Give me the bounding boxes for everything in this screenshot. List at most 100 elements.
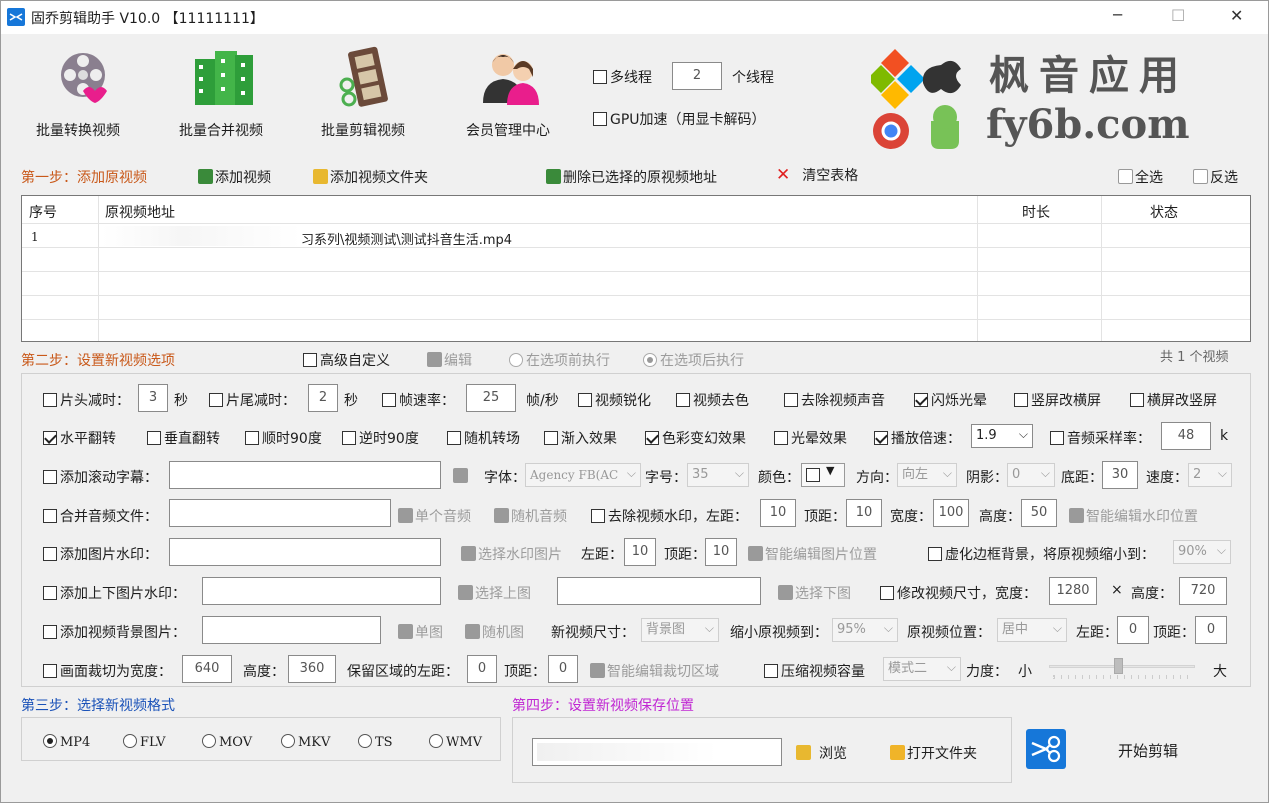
- radio-before[interactable]: 在选项前执行: [509, 350, 610, 370]
- v2h-checkbox[interactable]: 竖屏改横屏: [1014, 390, 1101, 410]
- random-audio-button[interactable]: 随机音频: [494, 506, 567, 526]
- fps-checkbox[interactable]: 帧速率：: [382, 390, 455, 410]
- head-cut-checkbox[interactable]: 片头减时：: [43, 390, 130, 410]
- maximize-button[interactable]: ☐: [1171, 6, 1185, 25]
- smart-wm-button[interactable]: 智能编辑水印位置: [1069, 506, 1198, 526]
- vflip-checkbox[interactable]: 垂直翻转: [147, 428, 220, 448]
- tail-cut-checkbox[interactable]: 片尾减时：: [209, 390, 296, 410]
- decolor-checkbox[interactable]: 视频去色: [676, 390, 749, 410]
- shrink-select[interactable]: 95%: [832, 617, 898, 642]
- users-icon[interactable]: [479, 45, 543, 109]
- radio-after[interactable]: 在选项后执行: [643, 350, 744, 370]
- subtitle-checkbox[interactable]: 添加滚动字幕：: [43, 467, 158, 487]
- choose-top-button[interactable]: 选择上图: [458, 583, 531, 603]
- bg-top-input[interactable]: 0: [1195, 616, 1227, 644]
- color-picker[interactable]: ▼: [801, 463, 845, 487]
- head-cut-input[interactable]: 3: [138, 384, 168, 412]
- scroll-speed-select[interactable]: 2: [1188, 462, 1232, 487]
- smart-img-button[interactable]: 智能编辑图片位置: [748, 544, 877, 564]
- add-video-button[interactable]: 添加视频: [198, 167, 271, 187]
- resize-checkbox[interactable]: 修改视频尺寸，宽度：: [880, 583, 1037, 603]
- col-index[interactable]: 序号: [29, 202, 57, 222]
- add-folder-button[interactable]: 添加视频文件夹: [313, 167, 428, 187]
- film-scissors-icon[interactable]: [335, 45, 399, 109]
- invert-select-button[interactable]: 反选: [1193, 167, 1238, 187]
- flash-checkbox[interactable]: 闪烁光晕: [914, 390, 987, 410]
- col-status[interactable]: 状态: [1150, 202, 1178, 222]
- batch-convert-button[interactable]: 批量转换视频: [36, 120, 120, 140]
- minimize-button[interactable]: ─: [1113, 6, 1122, 24]
- bg-img-input[interactable]: [202, 616, 381, 644]
- shadow-select[interactable]: 0: [1007, 462, 1055, 487]
- bottom-input[interactable]: 30: [1102, 461, 1138, 489]
- wm-left-input[interactable]: 10: [760, 499, 796, 527]
- bg-left-input[interactable]: 0: [1117, 616, 1149, 644]
- thread-count-input[interactable]: 2: [672, 62, 722, 90]
- batch-edit-button[interactable]: 批量剪辑视频: [321, 120, 405, 140]
- cw90-checkbox[interactable]: 顺时90度: [245, 428, 322, 448]
- topbottom-wm-checkbox[interactable]: 添加上下图片水印：: [43, 583, 186, 603]
- select-all-button[interactable]: 全选: [1118, 167, 1163, 187]
- single-audio-button[interactable]: 单个音频: [398, 506, 471, 526]
- format-ts-radio[interactable]: TS: [358, 734, 393, 750]
- format-mp4-radio[interactable]: MP4: [43, 734, 90, 750]
- orig-pos-select[interactable]: 居中: [997, 617, 1067, 642]
- new-size-select[interactable]: 背景图: [641, 617, 719, 642]
- start-cut-icon[interactable]: [1026, 729, 1066, 769]
- halo-checkbox[interactable]: 光晕效果: [774, 428, 847, 448]
- subtitle-input[interactable]: [169, 461, 441, 489]
- img-wm-input[interactable]: [169, 538, 441, 566]
- sample-rate-checkbox[interactable]: 音频采样率：: [1050, 428, 1151, 448]
- img-wm-checkbox[interactable]: 添加图片水印：: [43, 544, 158, 564]
- browse-button[interactable]: 浏览: [796, 743, 847, 763]
- text-edit-icon[interactable]: [453, 468, 468, 483]
- open-folder-button[interactable]: 打开文件夹: [890, 743, 977, 763]
- format-mkv-radio[interactable]: MKV: [281, 734, 330, 750]
- blur-select[interactable]: 90%: [1173, 539, 1231, 564]
- col-path[interactable]: 原视频地址: [105, 202, 175, 222]
- clear-table-button[interactable]: ✕ 清空表格: [776, 165, 858, 185]
- save-path-input[interactable]: [532, 738, 782, 766]
- compress-checkbox[interactable]: 压缩视频容量: [764, 661, 865, 681]
- col-duration[interactable]: 时长: [1022, 202, 1050, 222]
- audio-path-input[interactable]: [169, 499, 391, 527]
- slider-thumb[interactable]: [1114, 658, 1123, 674]
- fade-checkbox[interactable]: 渐入效果: [544, 428, 617, 448]
- multithread-checkbox[interactable]: 多线程: [593, 67, 652, 87]
- h2v-checkbox[interactable]: 横屏改竖屏: [1130, 390, 1217, 410]
- speed-select[interactable]: 1.9: [971, 423, 1033, 448]
- edit-button[interactable]: 编辑: [427, 350, 472, 370]
- video-table[interactable]: 序号 原视频地址 时长 状态 1 习系列\视频测试\测试抖音生活.mp4: [21, 195, 1251, 342]
- bg-img-checkbox[interactable]: 添加视频背景图片：: [43, 622, 186, 642]
- fps-input[interactable]: 25: [466, 384, 516, 412]
- choose-bottom-button[interactable]: 选择下图: [778, 583, 851, 603]
- tail-cut-input[interactable]: 2: [308, 384, 338, 412]
- color-shift-checkbox[interactable]: 色彩变幻效果: [645, 428, 746, 448]
- start-cut-button[interactable]: 开始剪辑: [1118, 740, 1178, 761]
- imgwm-top-input[interactable]: 10: [705, 538, 737, 566]
- smart-crop-button[interactable]: 智能编辑裁切区域: [590, 661, 719, 681]
- member-center-button[interactable]: 会员管理中心: [466, 120, 550, 140]
- keep-top-input[interactable]: 0: [548, 655, 578, 683]
- choose-wm-img-button[interactable]: 选择水印图片: [461, 544, 562, 564]
- font-select[interactable]: Agency FB(AC: [525, 462, 641, 487]
- wm-top-input[interactable]: 10: [846, 499, 882, 527]
- speed-checkbox[interactable]: 播放倍速：: [874, 428, 961, 448]
- format-flv-radio[interactable]: FLV: [123, 734, 166, 750]
- close-button[interactable]: ✕: [1230, 6, 1243, 25]
- crop-width-input[interactable]: 640: [182, 655, 232, 683]
- ccw90-checkbox[interactable]: 逆时90度: [342, 428, 419, 448]
- hflip-checkbox[interactable]: 水平翻转: [43, 428, 116, 448]
- delete-selected-button[interactable]: 删除已选择的原视频地址: [546, 167, 717, 187]
- imgwm-left-input[interactable]: 10: [624, 538, 656, 566]
- film-strip-merge-icon[interactable]: [193, 45, 257, 109]
- resize-width-input[interactable]: 1280: [1049, 577, 1097, 605]
- compress-mode-select[interactable]: 模式二: [883, 656, 961, 681]
- top-img-input[interactable]: [202, 577, 441, 605]
- film-reel-icon[interactable]: [51, 45, 115, 109]
- sharpen-checkbox[interactable]: 视频锐化: [578, 390, 651, 410]
- format-mov-radio[interactable]: MOV: [202, 734, 252, 750]
- advanced-checkbox[interactable]: 高级自定义: [303, 350, 390, 370]
- fontsize-select[interactable]: 35: [687, 462, 749, 487]
- mute-checkbox[interactable]: 去除视频声音: [784, 390, 885, 410]
